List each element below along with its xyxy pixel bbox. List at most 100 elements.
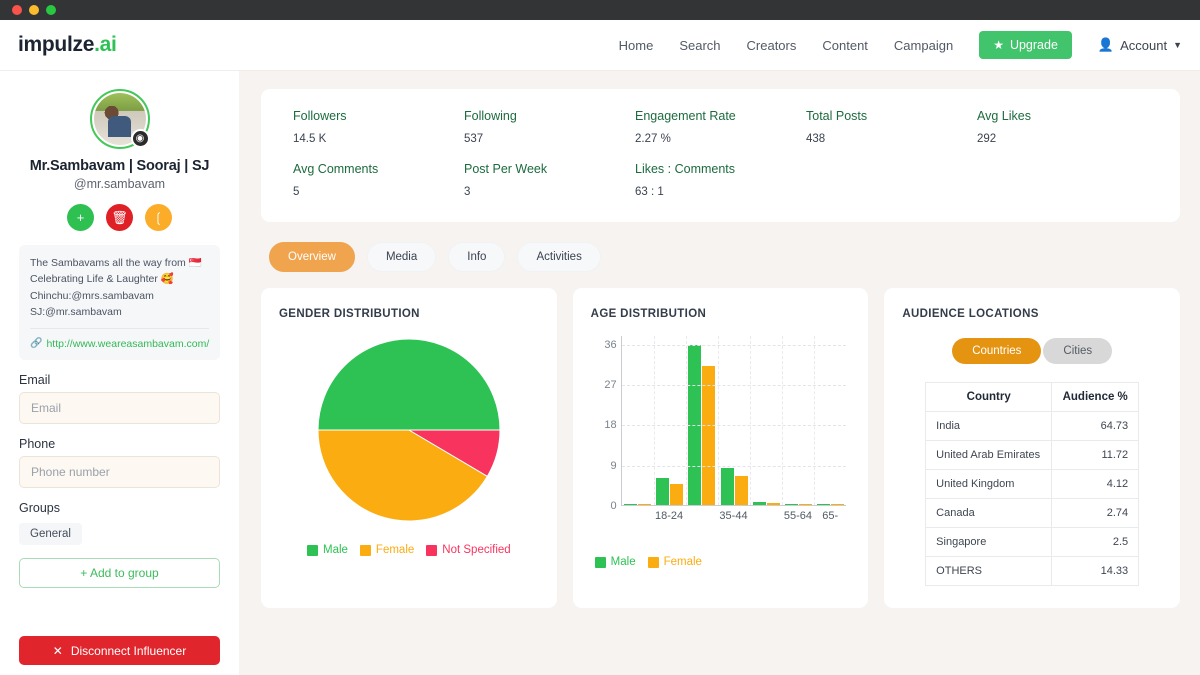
stat-label: Total Posts [806, 109, 977, 123]
bar-male [656, 478, 669, 505]
gender-legend: Male Female Not Specified [279, 544, 539, 556]
cell-audience-pct: 2.5 [1052, 528, 1139, 557]
tab-info[interactable]: Info [448, 242, 505, 272]
cell-country: United Kingdom [926, 470, 1052, 499]
stat-value: 63 : 1 [635, 186, 806, 198]
bar-group [622, 336, 654, 505]
age-distribution-card: AGE DISTRIBUTION 09182736 18-2435-4455-6… [573, 288, 869, 608]
nav-item-creators[interactable]: Creators [747, 38, 797, 53]
y-tick-label: 0 [611, 500, 617, 512]
stat-label: Followers [293, 109, 464, 123]
profile-bio-box: The Sambavams all the way from 🇸🇬 Celebr… [19, 245, 220, 360]
email-label: Email [19, 373, 220, 387]
stat-value: 5 [293, 186, 464, 198]
x-tick-label: 55-64 [782, 510, 814, 522]
stat-avg-comments: Avg Comments 5 [293, 162, 464, 198]
close-icon: ✕ [53, 644, 63, 658]
age-x-axis-labels: 18-2435-4455-6465- [621, 510, 847, 522]
instagram-icon: ◉ [131, 129, 150, 148]
disconnect-influencer-button[interactable]: ✕ Disconnect Influencer [19, 636, 220, 665]
x-tick-label: 18-24 [653, 510, 685, 522]
column-header-country: Country [926, 383, 1052, 412]
brand-logo-name: impulze [18, 33, 94, 56]
vertical-gridline [750, 336, 751, 505]
age-bars [622, 336, 847, 505]
toggle-cities[interactable]: Cities [1043, 338, 1112, 364]
stat-value: 292 [977, 133, 1148, 145]
stat-value: 537 [464, 133, 635, 145]
vertical-gridline [718, 336, 719, 505]
cell-country: India [926, 412, 1052, 441]
legend-item-male: Male [307, 544, 348, 556]
gridline [622, 385, 847, 386]
stats-card: Followers 14.5 K Following 537 Engagemen… [261, 89, 1180, 222]
cell-country: Singapore [926, 528, 1052, 557]
cell-audience-pct: 64.73 [1052, 412, 1139, 441]
legend-swatch-female [648, 557, 659, 568]
legend-swatch-female [360, 545, 371, 556]
app-shell: ◉ Mr.Sambavam | Sooraj | SJ @mr.sambavam… [0, 71, 1200, 675]
nav-item-search[interactable]: Search [679, 38, 720, 53]
legend-label-female: Female [376, 544, 414, 556]
tab-media[interactable]: Media [367, 242, 436, 272]
window-close-button[interactable] [12, 5, 22, 15]
stat-label: Following [464, 109, 635, 123]
bar-male [753, 502, 766, 505]
stat-value: 438 [806, 133, 977, 145]
profile-website-row[interactable]: 🔗 http://www.weareasambavam.com/ [30, 328, 209, 360]
chevron-down-icon: ▼ [1173, 40, 1182, 50]
bar-male [817, 504, 830, 505]
gender-distribution-card: GENDER DISTRIBUTION Male Female [261, 288, 557, 608]
bio-line: Chinchu:@mrs.sambavam [30, 288, 209, 304]
stat-label: Likes : Comments [635, 162, 806, 176]
stat-total-posts: Total Posts 438 [806, 109, 977, 145]
cell-country: Canada [926, 499, 1052, 528]
stat-likes-comments: Likes : Comments 63 : 1 [635, 162, 806, 198]
bar-group [814, 336, 846, 505]
tab-overview[interactable]: Overview [269, 242, 355, 272]
age-plot-area [621, 336, 847, 506]
bar-female [670, 484, 683, 505]
window-minimize-button[interactable] [29, 5, 39, 15]
nav-item-content[interactable]: Content [822, 38, 868, 53]
window-maximize-button[interactable] [46, 5, 56, 15]
profile-website-link[interactable]: http://www.weareasambavam.com/ [46, 336, 209, 352]
account-menu[interactable]: 👤 Account ▼ [1098, 37, 1182, 53]
legend-item-female: Female [648, 556, 702, 568]
legend-label-not-specified: Not Specified [442, 544, 510, 556]
trash-icon-button[interactable]: 🗑 [106, 204, 133, 231]
bar-group [718, 336, 750, 505]
email-field[interactable] [19, 392, 220, 424]
x-tick-label: 65- [814, 510, 846, 522]
phone-label: Phone [19, 437, 220, 451]
vertical-gridline [814, 336, 815, 505]
avatar[interactable]: ◉ [90, 89, 150, 149]
y-tick-label: 9 [611, 460, 617, 472]
tab-activities[interactable]: Activities [517, 242, 600, 272]
legend-label-male: Male [323, 544, 348, 556]
stat-avg-likes: Avg Likes 292 [977, 109, 1148, 145]
add-to-group-button[interactable]: + Add to group [19, 558, 220, 588]
group-chip-general[interactable]: General [19, 523, 82, 545]
nav-item-home[interactable]: Home [619, 38, 654, 53]
phone-field[interactable] [19, 456, 220, 488]
add-influencer-button[interactable]: + [67, 204, 94, 231]
bar-group [750, 336, 782, 505]
cell-audience-pct: 4.12 [1052, 470, 1139, 499]
gender-pie-chart [317, 338, 501, 522]
stat-value: 14.5 K [293, 133, 464, 145]
upgrade-button[interactable]: ★ Upgrade [979, 31, 1072, 59]
legend-label-male: Male [611, 556, 636, 568]
stat-label: Avg Likes [977, 109, 1148, 123]
cell-audience-pct: 14.33 [1052, 557, 1139, 586]
brand-logo-suffix: .ai [94, 33, 116, 56]
brand-logo[interactable]: impulze.ai [18, 33, 117, 57]
share-icon-button[interactable]: ❲ [145, 204, 172, 231]
audience-locations-card: AUDIENCE LOCATIONS Countries Cities Coun… [884, 288, 1180, 608]
bar-female [638, 504, 651, 505]
toggle-countries[interactable]: Countries [952, 338, 1041, 364]
link-icon: 🔗 [30, 336, 42, 352]
table-row: Singapore2.5 [926, 528, 1139, 557]
top-navigation-bar: impulze.ai Home Search Creators Content … [0, 20, 1200, 71]
nav-item-campaign[interactable]: Campaign [894, 38, 953, 53]
